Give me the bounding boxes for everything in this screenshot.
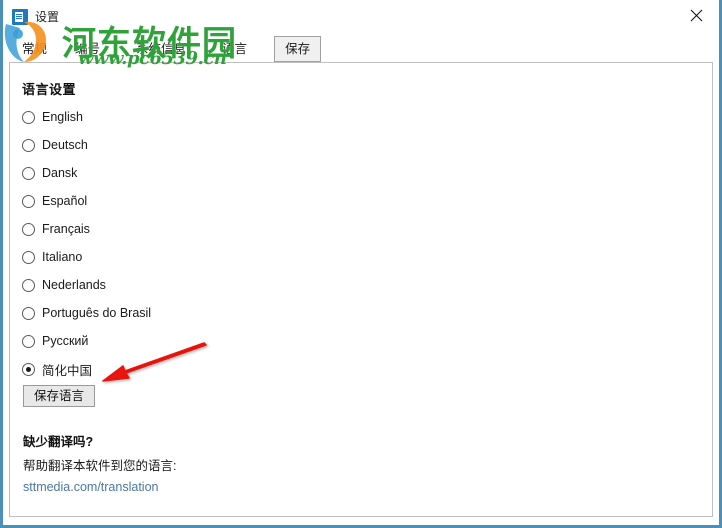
window-title: 设置 <box>35 10 60 24</box>
settings-window: 设置 常规 编号 系统信息 语言 保存 语言设置 English Deutsch <box>0 0 722 528</box>
radio-icon <box>22 334 35 348</box>
radio-option-francais[interactable]: Français <box>22 215 151 243</box>
radio-option-portugues-do-brasil[interactable]: Português do Brasil <box>22 299 151 327</box>
radio-icon <box>22 110 35 124</box>
radio-option-espanol[interactable]: Español <box>22 187 151 215</box>
radio-icon <box>22 278 35 292</box>
radio-icon <box>22 138 35 152</box>
tab-system-info[interactable]: 系统信息 <box>125 36 197 62</box>
radio-icon <box>22 166 35 180</box>
document-settings-icon <box>12 8 28 25</box>
radio-option-dansk[interactable]: Dansk <box>22 159 151 187</box>
radio-label: Português do Brasil <box>42 306 152 320</box>
tab-language[interactable]: 语言 <box>211 36 258 62</box>
radio-option-english[interactable]: English <box>22 103 151 131</box>
radio-icon <box>22 194 35 208</box>
save-language-button[interactable]: 保存语言 <box>23 385 96 407</box>
title-bar: 设置 <box>3 0 719 31</box>
radio-option-simplified-chinese[interactable]: 简化中国 <box>22 355 151 383</box>
translation-link[interactable]: sttmedia.com/translation <box>23 480 158 494</box>
radio-icon <box>22 222 35 236</box>
radio-option-russian[interactable]: Русский <box>22 327 151 355</box>
radio-option-nederlands[interactable]: Nederlands <box>22 271 151 299</box>
tab-strip: 常规 编号 系统信息 语言 保存 <box>3 31 719 62</box>
radio-option-italiano[interactable]: Italiano <box>22 243 151 271</box>
missing-translation-heading: 缺少翻译吗? <box>23 435 94 449</box>
radio-label: English <box>42 110 83 124</box>
tab-save[interactable]: 保存 <box>274 36 322 62</box>
radio-label: Русский <box>42 334 89 348</box>
language-settings-panel: 语言设置 English Deutsch Dansk Español Franç… <box>9 62 713 517</box>
radio-label: Italiano <box>42 250 83 264</box>
language-radio-group: English Deutsch Dansk Español Français I… <box>22 103 151 383</box>
section-title: 语言设置 <box>22 82 77 97</box>
missing-translation-subtext: 帮助翻译本软件到您的语言: <box>23 459 177 473</box>
close-icon[interactable] <box>673 0 719 30</box>
radio-icon-selected <box>22 362 35 376</box>
radio-label: 简化中国 <box>42 363 93 378</box>
radio-icon <box>22 250 35 264</box>
radio-icon <box>22 306 35 320</box>
radio-label: Nederlands <box>42 278 106 292</box>
tab-general[interactable]: 常规 <box>11 36 58 62</box>
radio-label: Español <box>42 194 88 208</box>
radio-option-deutsch[interactable]: Deutsch <box>22 131 151 159</box>
radio-label: Dansk <box>42 166 78 180</box>
radio-label: Français <box>42 222 90 236</box>
radio-label: Deutsch <box>42 138 88 152</box>
tab-numbering[interactable]: 编号 <box>64 36 111 62</box>
